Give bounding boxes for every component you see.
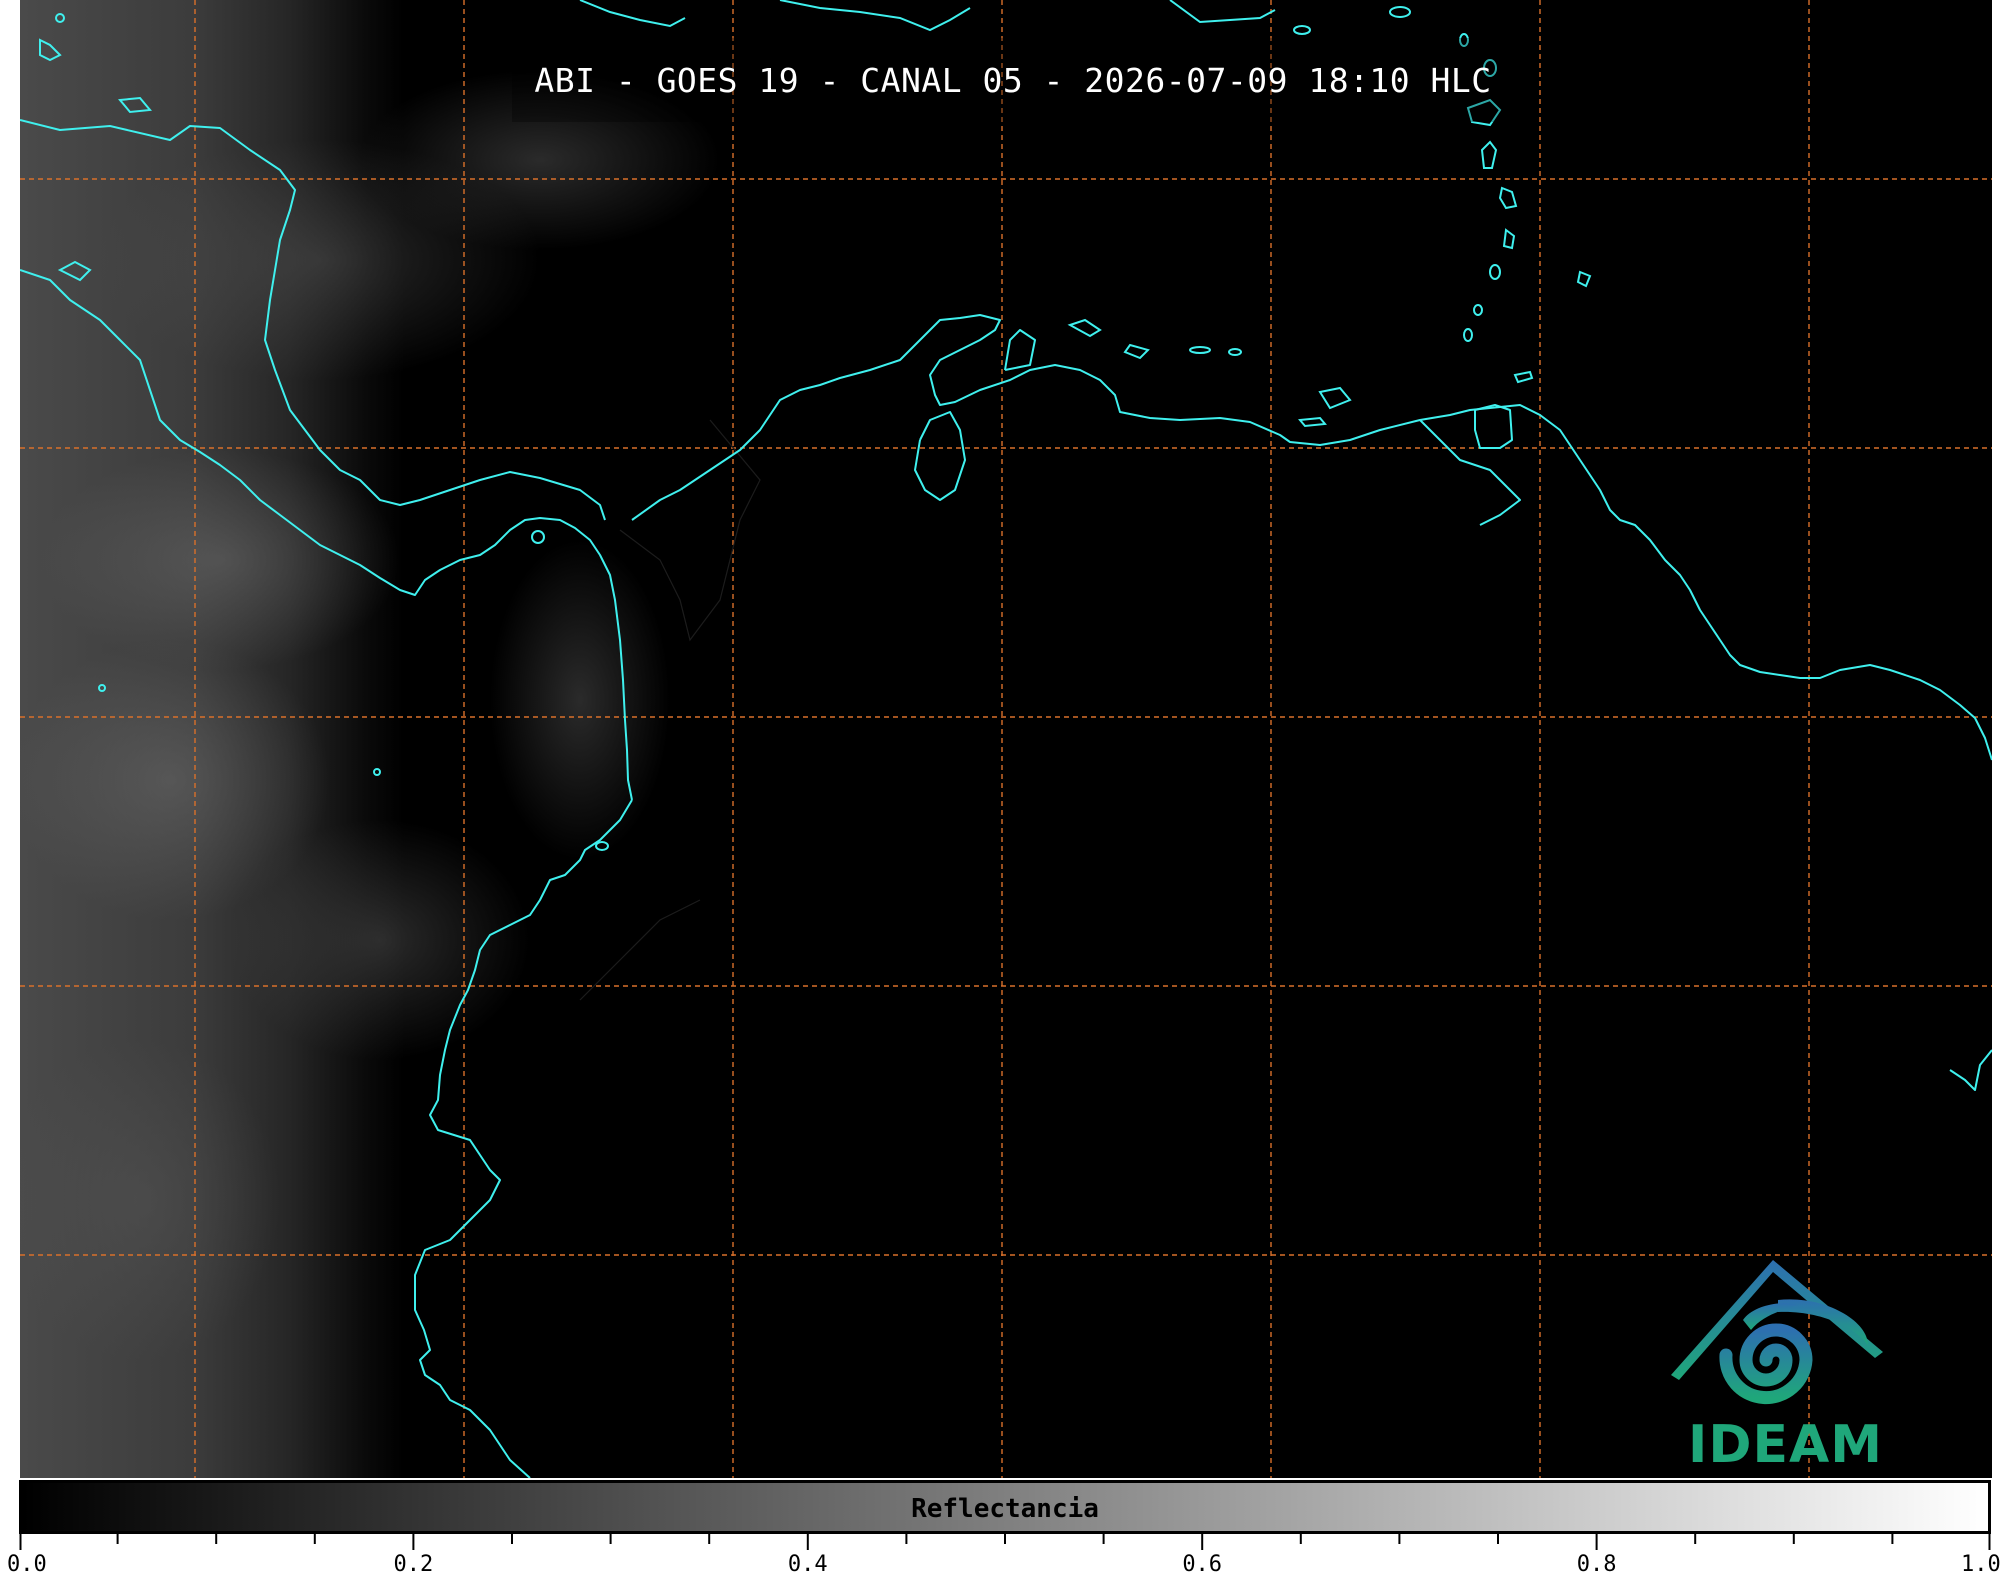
colorbar: Reflectancia [19, 1480, 1991, 1534]
colorbar-tick-label: 0.0 [7, 1552, 47, 1577]
colorbar-axis: 0.0 0.2 0.4 0.6 0.8 1.0 [7, 1534, 2001, 1577]
colorbar-label: Reflectancia [911, 1494, 1099, 1524]
colorbar-tick-label: 0.2 [393, 1552, 434, 1577]
colorbar-ticks [19, 1534, 1991, 1550]
logo-text: IDEAM [1688, 1415, 1884, 1475]
colorbar-tick-label: 1.0 [1961, 1552, 2001, 1577]
map-title: ABI - GOES 19 - CANAL 05 - 2026-07-09 18… [534, 60, 1492, 100]
title-box: ABI - GOES 19 - CANAL 05 - 2026-07-09 18… [512, 38, 1514, 122]
colorbar-tick-label: 0.6 [1182, 1552, 1223, 1577]
colorbar-tick-label: 0.4 [787, 1552, 828, 1577]
colorbar-tick-label: 0.8 [1576, 1552, 1617, 1577]
